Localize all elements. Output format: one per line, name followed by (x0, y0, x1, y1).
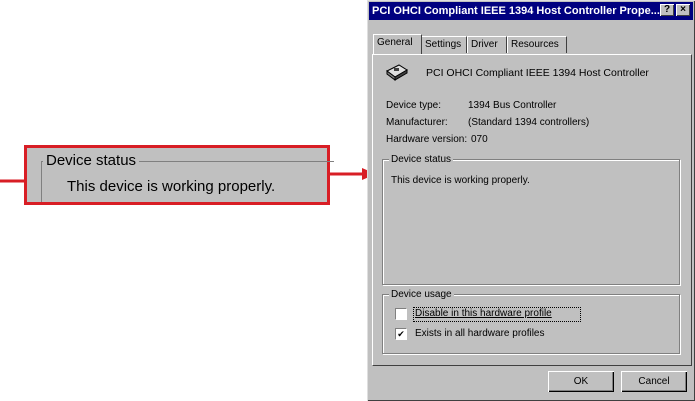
exists-profiles-label[interactable]: Exists in all hardware profiles (415, 327, 545, 340)
hardware-version-value: 070 (471, 134, 488, 145)
manufacturer-value: (Standard 1394 controllers) (468, 117, 590, 128)
callout-status-text: This device is working properly. (67, 178, 276, 195)
device-status-group: Device status This device is working pro… (382, 153, 680, 285)
ok-button[interactable]: OK (548, 371, 614, 392)
general-panel: PCI OHCI Compliant IEEE 1394 Host Contro… (372, 54, 692, 366)
device-status-text: This device is working properly. (391, 175, 530, 186)
manufacturer-label: Manufacturer: (386, 117, 448, 128)
properties-dialog: PCI OHCI Compliant IEEE 1394 Host Contro… (367, 0, 695, 401)
device-type-value: 1394 Bus Controller (468, 100, 557, 111)
close-button[interactable]: × (676, 4, 690, 16)
device-usage-legend: Device usage (389, 288, 454, 301)
hardware-version-label: Hardware version: (386, 134, 468, 145)
device-name: PCI OHCI Compliant IEEE 1394 Host Contro… (426, 67, 649, 79)
device-status-legend: Device status (389, 153, 454, 166)
tab-settings[interactable]: Settings (421, 36, 467, 53)
exists-profiles-checkbox[interactable]: ✔ (395, 328, 407, 340)
dialog-title: PCI OHCI Compliant IEEE 1394 Host Contro… (372, 5, 660, 17)
tab-driver[interactable]: Driver (467, 36, 507, 53)
dialog-titlebar[interactable]: PCI OHCI Compliant IEEE 1394 Host Contro… (369, 2, 693, 20)
cancel-button[interactable]: Cancel (621, 371, 687, 392)
device-usage-group: Device usage Disable in this hardware pr… (382, 288, 680, 354)
device-status-callout: Device status This device is working pro… (24, 145, 334, 205)
device-card-icon (386, 64, 408, 81)
device-type-label: Device type: (386, 100, 442, 111)
tab-resources[interactable]: Resources (507, 36, 567, 53)
tab-general[interactable]: General (373, 34, 422, 54)
disable-profile-checkbox[interactable] (395, 308, 407, 320)
disable-profile-label[interactable]: Disable in this hardware profile (415, 307, 552, 320)
callout-legend: Device status (43, 152, 140, 170)
help-button[interactable]: ? (660, 4, 674, 16)
